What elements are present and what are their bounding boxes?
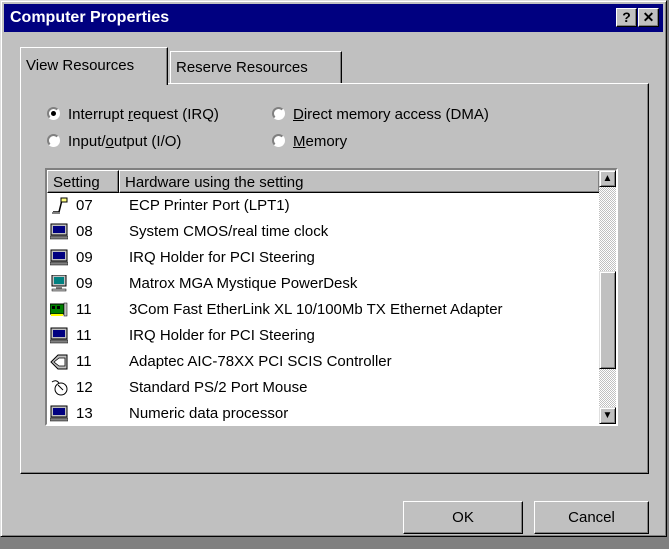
radio-indicator: [272, 107, 285, 121]
computer-icon: [50, 405, 68, 422]
cancel-button[interactable]: Cancel: [534, 501, 649, 534]
ok-button[interactable]: OK: [403, 501, 523, 534]
scroll-thumb[interactable]: [599, 271, 616, 369]
vertical-scrollbar[interactable]: ▲ ▼: [599, 170, 616, 424]
radio-indicator: [47, 134, 60, 148]
tab-view-resources[interactable]: View Resources: [20, 47, 168, 85]
column-header-setting[interactable]: Setting: [47, 170, 119, 193]
radio-irq[interactable]: Interrupt request (IRQ): [47, 104, 219, 126]
scroll-up-icon[interactable]: ▲: [599, 170, 616, 187]
list-item[interactable]: 07 ECP Printer Port (LPT1): [47, 193, 600, 219]
column-header-hardware[interactable]: Hardware using the setting: [119, 170, 600, 193]
scroll-down-icon[interactable]: ▼: [599, 407, 616, 424]
computer-icon: [50, 249, 68, 266]
radio-indicator: [272, 134, 285, 148]
close-button[interactable]: ✕: [638, 8, 659, 27]
list-item[interactable]: 09 IRQ Holder for PCI Steering: [47, 245, 600, 271]
title-bar[interactable]: Computer Properties ? ✕: [4, 4, 663, 32]
list-item[interactable]: 08 System CMOS/real time clock: [47, 219, 600, 245]
network-card-icon: [50, 302, 68, 317]
monitor-icon: [51, 275, 67, 292]
radio-memory[interactable]: Memory: [272, 131, 347, 153]
list-item[interactable]: 13 Numeric data processor: [47, 401, 600, 424]
mouse-icon: [51, 380, 68, 396]
scsi-controller-icon: [50, 354, 68, 370]
dialog-window: Computer Properties ? ✕ View Resources R…: [0, 0, 667, 537]
list-item[interactable]: 11 IRQ Holder for PCI Steering: [47, 323, 600, 349]
help-button[interactable]: ?: [616, 8, 637, 27]
radio-indicator: [47, 107, 60, 121]
list-item[interactable]: 12 Standard PS/2 Port Mouse: [47, 375, 600, 401]
radio-io[interactable]: Input/output (I/O): [47, 131, 181, 153]
tab-reserve-resources[interactable]: Reserve Resources: [170, 51, 342, 84]
resource-list[interactable]: Setting Hardware using the setting 07 EC…: [45, 168, 618, 426]
list-item[interactable]: 11 Adaptec AIC-78XX PCI SCIS Controller: [47, 349, 600, 375]
list-item[interactable]: 09 Matrox MGA Mystique PowerDesk: [47, 271, 600, 297]
computer-icon: [50, 223, 68, 240]
radio-dma[interactable]: Direct memory access (DMA): [272, 104, 489, 126]
window-title: Computer Properties: [10, 9, 170, 26]
list-item[interactable]: 11 3Com Fast EtherLink XL 10/100Mb TX Et…: [47, 297, 600, 323]
printer-icon: [52, 197, 68, 214]
computer-icon: [50, 327, 68, 344]
